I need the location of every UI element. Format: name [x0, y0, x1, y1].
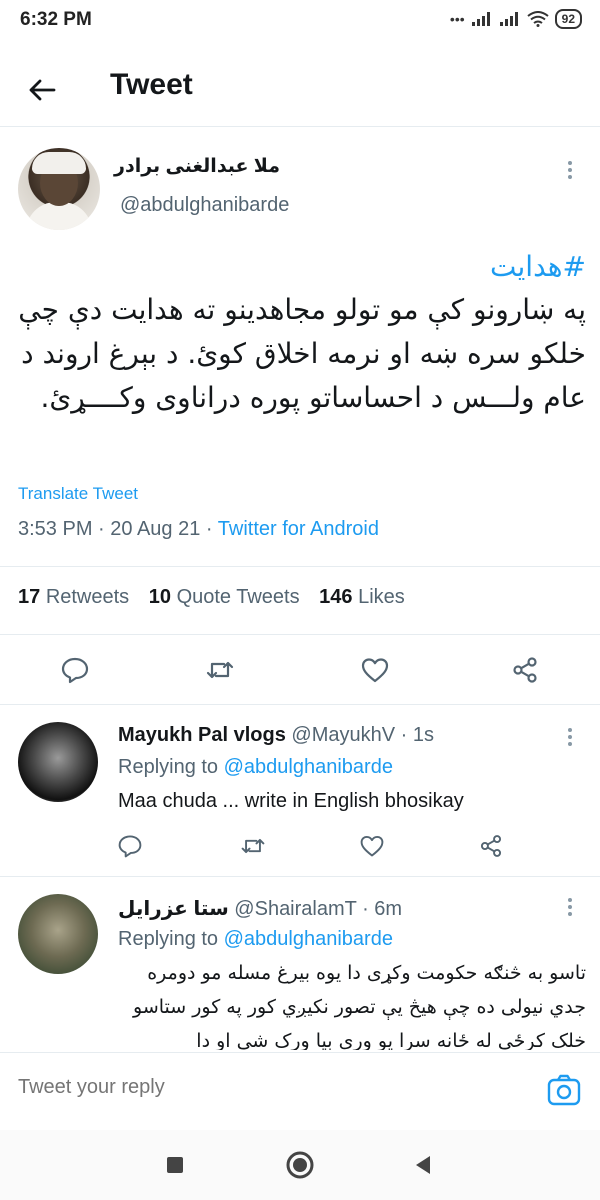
author-handle[interactable]: @abdulghanibarde	[120, 194, 289, 217]
tweet-body: په ښارونو کې مو تولو مجاهدینو ته هدایت د…	[18, 293, 586, 414]
compose-divider	[0, 1052, 600, 1053]
reply-avatar[interactable]	[18, 894, 98, 974]
tweet-meta: 3:53 PM · 20 Aug 21 · Twitter for Androi…	[18, 518, 379, 540]
replying-to: Replying to @abdulghanibarde	[118, 928, 393, 951]
home-button[interactable]	[283, 1148, 317, 1182]
likes-label: Likes	[358, 586, 405, 608]
replying-to: Replying to @abdulghanibarde	[118, 756, 393, 779]
reply-input[interactable]	[18, 1076, 438, 1099]
share-icon	[513, 657, 537, 683]
retweets-label: Retweets	[45, 586, 130, 608]
quotes-count: 10	[148, 586, 171, 608]
reply-author-name[interactable]: ستا عزرایل	[118, 898, 229, 920]
tweet-source[interactable]: Twitter for Android	[218, 518, 379, 540]
battery-icon: 92	[554, 9, 582, 29]
reply-time: 1s	[412, 724, 434, 746]
replying-to-link[interactable]: @abdulghanibarde	[224, 756, 393, 778]
back-arrow-icon	[29, 79, 56, 101]
stats-divider	[0, 634, 600, 635]
nav-home-icon	[286, 1151, 314, 1179]
signal-icon-2	[499, 12, 518, 26]
quotes-stat[interactable]: 10 Quote Tweets	[149, 586, 300, 608]
tweet-hashtag[interactable]: #هدایت	[18, 250, 586, 283]
system-nav-bar	[0, 1130, 600, 1200]
signal-icon	[471, 12, 490, 26]
reply-icon	[118, 835, 142, 858]
reply-text: تاسو به څنګه حکومت وکړی دا یوه بیرغ مسله…	[133, 962, 586, 1050]
reply-author-handle[interactable]: @MayukhV	[291, 724, 395, 746]
reply-text: Maa chuda ... write in English bhosikay	[118, 790, 464, 812]
meta-divider	[0, 566, 600, 567]
reply-divider	[0, 876, 600, 877]
reply-author-name[interactable]: Mayukh Pal vlogs	[118, 724, 286, 746]
header-divider	[0, 126, 600, 127]
reply-button[interactable]	[55, 650, 95, 690]
translate-tweet-link[interactable]: Translate Tweet	[18, 484, 138, 504]
more-icon[interactable]	[560, 892, 580, 922]
reply-button[interactable]	[110, 826, 150, 866]
reply-avatar[interactable]	[18, 722, 98, 802]
more-icon[interactable]	[560, 722, 580, 752]
retweets-stat[interactable]: 17 Retweets	[18, 586, 129, 608]
recents-button[interactable]	[158, 1148, 192, 1182]
reply-header: Mayukh Pal vlogs @MayukhV · 1s	[118, 724, 434, 746]
status-time: 6:32 PM	[20, 9, 92, 30]
likes-stat[interactable]: 146 Likes	[319, 586, 405, 608]
retweets-count: 17	[18, 586, 41, 608]
retweet-icon	[206, 661, 234, 679]
replying-to-label: Replying to	[118, 928, 219, 950]
more-icon[interactable]	[560, 155, 580, 185]
share-button[interactable]	[505, 650, 545, 690]
tweet-stats: 17 Retweets 10 Quote Tweets 146 Likes	[18, 586, 419, 609]
reply-actions	[0, 826, 600, 866]
camera-button[interactable]	[546, 1072, 582, 1108]
back-nav-button[interactable]	[406, 1148, 440, 1182]
nav-back-icon	[416, 1156, 430, 1174]
status-bar: 6:32 PM ••• 92	[0, 0, 600, 44]
back-button[interactable]	[22, 70, 62, 110]
like-icon	[361, 658, 389, 683]
reply-time: 6m	[374, 898, 403, 920]
like-icon	[360, 835, 384, 857]
quotes-label: Quote Tweets	[176, 586, 300, 608]
share-icon	[480, 835, 502, 857]
page-title: Tweet	[110, 68, 193, 101]
tweet-time: 3:53 PM	[18, 518, 93, 540]
tweet-date: 20 Aug 21	[110, 518, 201, 540]
author-name[interactable]: ملا عبدالغنی برادر	[114, 155, 280, 178]
reply-author-handle[interactable]: @ShairalamT	[234, 898, 356, 920]
app-header: Tweet	[0, 60, 600, 120]
replying-to-label: Replying to	[118, 756, 219, 778]
like-button[interactable]	[352, 826, 392, 866]
camera-icon	[547, 1074, 581, 1106]
status-icons: ••• 92	[450, 9, 582, 29]
wifi-icon	[527, 11, 549, 27]
reply-icon	[61, 657, 89, 684]
replying-to-link[interactable]: @abdulghanibarde	[224, 928, 393, 950]
dots-icon: •••	[449, 11, 465, 27]
actions-divider	[0, 704, 600, 705]
author-avatar[interactable]	[18, 148, 100, 230]
retweet-button[interactable]	[233, 826, 273, 866]
retweet-icon	[241, 838, 265, 854]
reply-composer	[0, 1056, 600, 1126]
nav-recents-icon	[167, 1157, 183, 1173]
retweet-button[interactable]	[200, 650, 240, 690]
like-button[interactable]	[355, 650, 395, 690]
likes-count: 146	[319, 586, 353, 608]
share-button[interactable]	[471, 826, 511, 866]
tweet-actions	[0, 650, 600, 690]
reply-header: ستا عزرایل @ShairalamT · 6m	[118, 898, 403, 920]
